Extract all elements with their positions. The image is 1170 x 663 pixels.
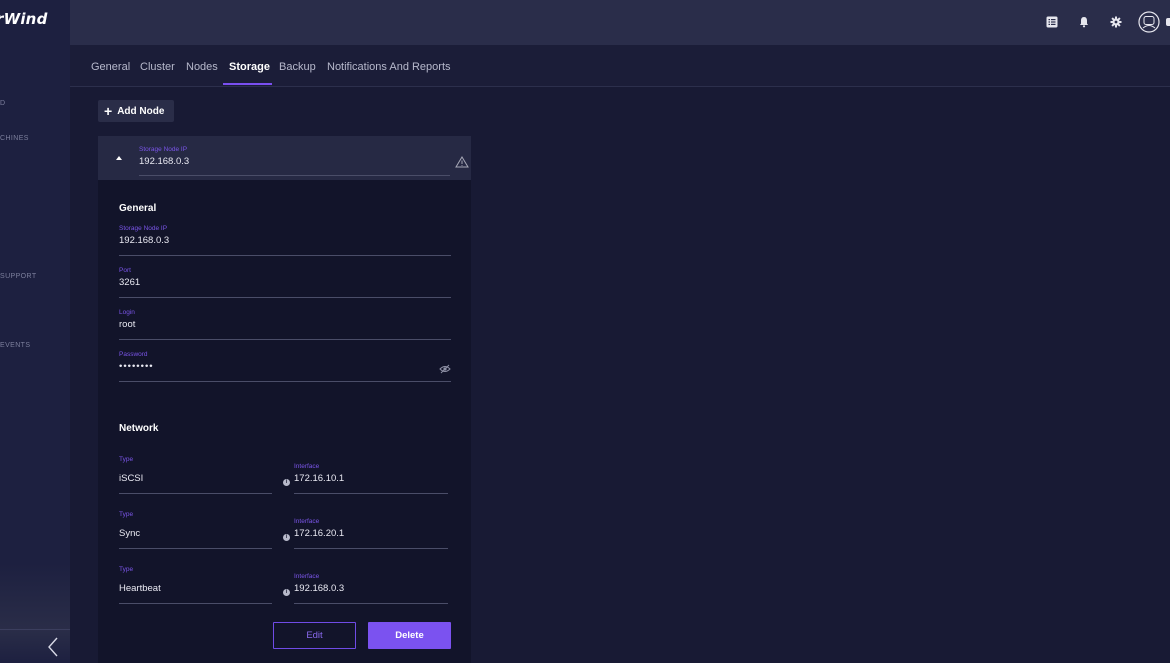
general-section-title: General xyxy=(119,203,157,214)
collapse-caret-icon[interactable] xyxy=(116,156,122,160)
storage-node-panel: Storage Node IP 192.168.0.3 General Stor… xyxy=(98,136,471,663)
avatar-icon[interactable] xyxy=(1138,11,1160,33)
warning-icon xyxy=(455,156,469,168)
user-menu-edge[interactable] xyxy=(1166,18,1170,26)
info-icon: i xyxy=(283,479,290,486)
tab-cluster[interactable]: Cluster xyxy=(140,45,175,86)
bell-icon[interactable] xyxy=(1076,14,1092,30)
network-type-value: iSCSI xyxy=(119,473,144,484)
network-type-field[interactable]: Type Heartbeat xyxy=(119,566,272,604)
login-value: root xyxy=(119,319,136,330)
active-tab-indicator xyxy=(223,83,272,85)
sidebar: rWind D CHINES SUPPORT EVENTS xyxy=(0,0,70,663)
gear-icon[interactable] xyxy=(1108,14,1124,30)
password-label: Password xyxy=(119,351,148,358)
eye-off-icon[interactable] xyxy=(439,364,451,374)
add-node-button[interactable]: + Add Node xyxy=(98,100,174,122)
network-interface-value: 172.16.20.1 xyxy=(294,528,345,539)
tab-backup[interactable]: Backup xyxy=(279,45,316,86)
login-label: Login xyxy=(119,309,135,316)
network-type-label: Type xyxy=(119,566,134,573)
info-icon: i xyxy=(283,534,290,541)
tab-general[interactable]: General xyxy=(91,45,130,86)
storage-node-header[interactable]: Storage Node IP 192.168.0.3 xyxy=(98,136,471,180)
network-type-label: Type xyxy=(119,456,134,463)
tab-notifications-and-reports[interactable]: Notifications And Reports xyxy=(327,45,451,86)
network-interface-label: Interface xyxy=(294,518,320,525)
password-field[interactable]: Password •••••••• xyxy=(119,351,451,382)
sidebar-item-machines[interactable]: CHINES xyxy=(0,135,29,142)
delete-button[interactable]: Delete xyxy=(368,622,451,649)
sidebar-item-support[interactable]: SUPPORT xyxy=(0,273,37,280)
settings-tabs: General Cluster Nodes Storage Backup Not… xyxy=(70,45,1170,87)
network-interface-value: 172.16.10.1 xyxy=(294,473,345,484)
tab-nodes[interactable]: Nodes xyxy=(186,45,218,86)
header-storage-node-ip-field[interactable]: Storage Node IP 192.168.0.3 xyxy=(139,146,450,176)
storage-node-ip-field[interactable]: Storage Node IP 192.168.0.3 xyxy=(119,225,451,256)
header-storage-node-ip-value: 192.168.0.3 xyxy=(139,156,190,167)
sidebar-item-events[interactable]: EVENTS xyxy=(0,342,30,349)
top-bar xyxy=(70,0,1170,45)
info-icon: i xyxy=(283,589,290,596)
port-field[interactable]: Port 3261 xyxy=(119,267,451,298)
network-section-title: Network xyxy=(119,423,159,434)
storage-node-ip-value: 192.168.0.3 xyxy=(119,235,170,246)
header-storage-node-ip-label: Storage Node IP xyxy=(139,146,188,153)
network-type-value: Sync xyxy=(119,528,141,539)
plus-icon: + xyxy=(104,103,113,119)
chevron-left-icon[interactable] xyxy=(44,636,62,658)
network-interface-field[interactable]: Interface i 172.16.10.1 xyxy=(283,463,448,494)
sidebar-item-dashboard[interactable]: D xyxy=(0,100,5,107)
brand-logo: rWind xyxy=(0,10,48,28)
network-interface-field[interactable]: Interface i 192.168.0.3 xyxy=(283,573,448,604)
port-label: Port xyxy=(119,267,131,274)
tab-storage[interactable]: Storage xyxy=(229,45,270,86)
network-type-label: Type xyxy=(119,511,134,518)
list-icon[interactable] xyxy=(1044,14,1060,30)
network-interface-label: Interface xyxy=(294,463,320,470)
edit-button[interactable]: Edit xyxy=(273,622,356,649)
network-type-field[interactable]: Type Sync xyxy=(119,511,272,549)
login-field[interactable]: Login root xyxy=(119,309,451,340)
add-node-label: Add Node xyxy=(117,105,165,117)
storage-node-ip-label: Storage Node IP xyxy=(119,225,168,232)
sidebar-footer xyxy=(0,629,70,663)
network-type-value: Heartbeat xyxy=(119,583,161,594)
network-interface-field[interactable]: Interface i 172.16.20.1 xyxy=(283,518,448,549)
network-interface-label: Interface xyxy=(294,573,320,580)
password-value: •••••••• xyxy=(119,361,154,372)
network-interface-value: 192.168.0.3 xyxy=(294,583,345,594)
port-value: 3261 xyxy=(119,277,141,288)
network-type-field[interactable]: Type iSCSI xyxy=(119,456,272,494)
